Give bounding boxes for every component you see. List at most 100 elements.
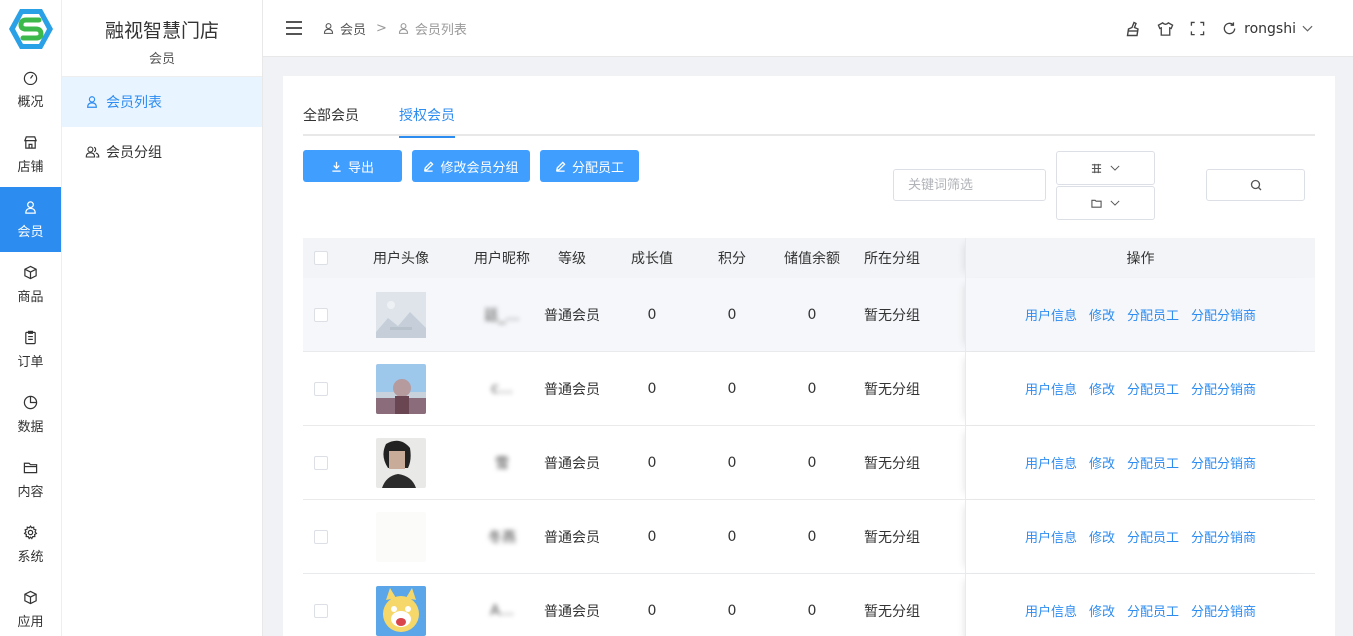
assign-staff-link[interactable]: 分配员工 (1127, 601, 1179, 620)
user-menu[interactable]: rongshi (1244, 21, 1313, 37)
user-info-link[interactable]: 用户信息 (1025, 601, 1077, 620)
search-button[interactable] (1206, 169, 1305, 201)
edit-link[interactable]: 修改 (1089, 305, 1115, 324)
sidebar-item-member-list[interactable]: 会员列表 (62, 77, 262, 127)
select-all-checkbox[interactable] (314, 251, 328, 265)
main-nav-rail: 概况 店铺 会员 商品 订单 数据 内容 系统 应用 (0, 0, 62, 636)
row-checkbox[interactable] (314, 529, 328, 544)
assign-staff-link[interactable]: 分配员工 (1127, 453, 1179, 472)
row-checkbox[interactable] (314, 307, 328, 322)
chevron-down-icon (1110, 165, 1120, 171)
logo-icon (8, 8, 53, 49)
grid-icon (1091, 163, 1102, 173)
keyword-filter-input[interactable] (893, 169, 1046, 201)
store-name: 融视智慧门店 (104, 20, 219, 42)
rail-item-content[interactable]: 内容 (0, 447, 61, 512)
user-info-link[interactable]: 用户信息 (1025, 379, 1077, 398)
table-row: 冬燕 普通会员 0 0 0 暂无分组 用户信息 修改 分配员工 分配分销商 (303, 500, 1315, 574)
growth-value: 0 (647, 454, 657, 471)
tab-authorized-members[interactable]: 授权会员 (399, 102, 455, 138)
rail-item-member[interactable]: 会员 (0, 187, 61, 252)
row-checkbox[interactable] (314, 603, 328, 618)
assign-distributor-link[interactable]: 分配分销商 (1191, 305, 1256, 324)
row-checkbox[interactable] (314, 381, 328, 396)
sidebar-item-member-group[interactable]: 会员分组 (62, 127, 262, 177)
menu-toggle-icon[interactable] (286, 21, 302, 35)
level: 普通会员 (544, 603, 600, 620)
member-list-card: 全部会员 授权会员 导出 修改会员分组 分配员工 用户头像 用户昵称 等级 成长… (283, 76, 1335, 636)
theme-shirt-icon[interactable] (1156, 20, 1174, 38)
row-actions: 用户信息 修改 分配员工 分配分销商 (965, 574, 1315, 636)
rail-item-orders[interactable]: 订单 (0, 317, 61, 382)
assign-staff-button[interactable]: 分配员工 (540, 150, 639, 182)
breadcrumb-separator: > (376, 20, 387, 36)
table-header: 用户头像 用户昵称 等级 成长值 积分 储值余额 所在分组 操作 (303, 238, 1315, 278)
avatar (376, 291, 426, 338)
rail-item-overview[interactable]: 概况 (0, 57, 61, 122)
user-info-link[interactable]: 用户信息 (1025, 305, 1077, 324)
sidebar-header: 融视智慧门店 会员 (62, 0, 262, 77)
group: 暂无分组 (864, 455, 920, 472)
assign-distributor-link[interactable]: 分配分销商 (1191, 527, 1256, 546)
assign-distributor-link[interactable]: 分配分销商 (1191, 601, 1256, 620)
header-actions: rongshi (1124, 0, 1313, 57)
user-icon (84, 94, 100, 110)
user-icon (397, 21, 411, 35)
points: 0 (727, 306, 737, 323)
gear-icon (23, 525, 39, 541)
app-logo[interactable] (0, 0, 61, 57)
rail-item-system[interactable]: 系统 (0, 512, 61, 577)
rail-item-apps[interactable]: 应用 (0, 577, 61, 636)
nickname: A… (490, 602, 514, 619)
avatar (376, 585, 426, 636)
users-icon (84, 144, 100, 160)
chevron-down-icon (1110, 200, 1120, 206)
download-icon (332, 161, 341, 172)
assign-distributor-link[interactable]: 分配分销商 (1191, 453, 1256, 472)
level: 普通会员 (544, 381, 600, 398)
avatar (376, 363, 426, 414)
user-icon (322, 21, 336, 35)
row-actions: 用户信息 修改 分配员工 分配分销商 (965, 278, 1315, 351)
tab-all-members[interactable]: 全部会员 (303, 102, 359, 136)
edit-link[interactable]: 修改 (1089, 453, 1115, 472)
edit-member-group-button[interactable]: 修改会员分组 (412, 150, 530, 182)
balance: 0 (807, 454, 817, 471)
edit-link[interactable]: 修改 (1089, 379, 1115, 398)
level: 普通会员 (544, 307, 600, 324)
assign-staff-link[interactable]: 分配员工 (1127, 305, 1179, 324)
rail-item-label: 商品 (17, 289, 44, 305)
user-info-link[interactable]: 用户信息 (1025, 527, 1077, 546)
refresh-icon[interactable] (1220, 20, 1238, 38)
edit-link[interactable]: 修改 (1089, 601, 1115, 620)
view-mode-select[interactable] (1056, 151, 1155, 185)
export-button[interactable]: 导出 (303, 150, 402, 182)
rail-item-label: 内容 (17, 484, 44, 500)
assign-staff-link[interactable]: 分配员工 (1127, 527, 1179, 546)
column-header: 用户昵称 (474, 251, 530, 267)
level: 普通会员 (544, 455, 600, 472)
table-row: 廷_… 普通会员 0 0 0 暂无分组 用户信息 修改 分配员工 分配分销商 (303, 278, 1315, 352)
folder-select[interactable] (1056, 186, 1155, 220)
avatar (376, 437, 426, 488)
export-label: 导出 (347, 160, 374, 176)
column-header: 所在分组 (864, 251, 920, 267)
assign-staff-link[interactable]: 分配员工 (1127, 379, 1179, 398)
clean-cache-icon[interactable] (1124, 20, 1142, 38)
edit-link[interactable]: 修改 (1089, 527, 1115, 546)
assign-distributor-link[interactable]: 分配分销商 (1191, 379, 1256, 398)
rail-item-data[interactable]: 数据 (0, 382, 61, 447)
user-info-link[interactable]: 用户信息 (1025, 453, 1077, 472)
group: 暂无分组 (864, 529, 920, 546)
column-header: 成长值 (631, 251, 673, 267)
balance: 0 (807, 602, 817, 619)
group: 暂无分组 (864, 307, 920, 324)
rail-item-label: 概况 (17, 94, 44, 110)
row-checkbox[interactable] (314, 455, 328, 470)
fullscreen-icon[interactable] (1188, 20, 1206, 38)
rail-item-goods[interactable]: 商品 (0, 252, 61, 317)
breadcrumb-item[interactable]: 会员 (340, 19, 366, 38)
table-row: c… 普通会员 0 0 0 暂无分组 用户信息 修改 分配员工 分配分销商 (303, 352, 1315, 426)
rail-item-label: 系统 (17, 549, 44, 565)
rail-item-store[interactable]: 店铺 (0, 122, 61, 187)
